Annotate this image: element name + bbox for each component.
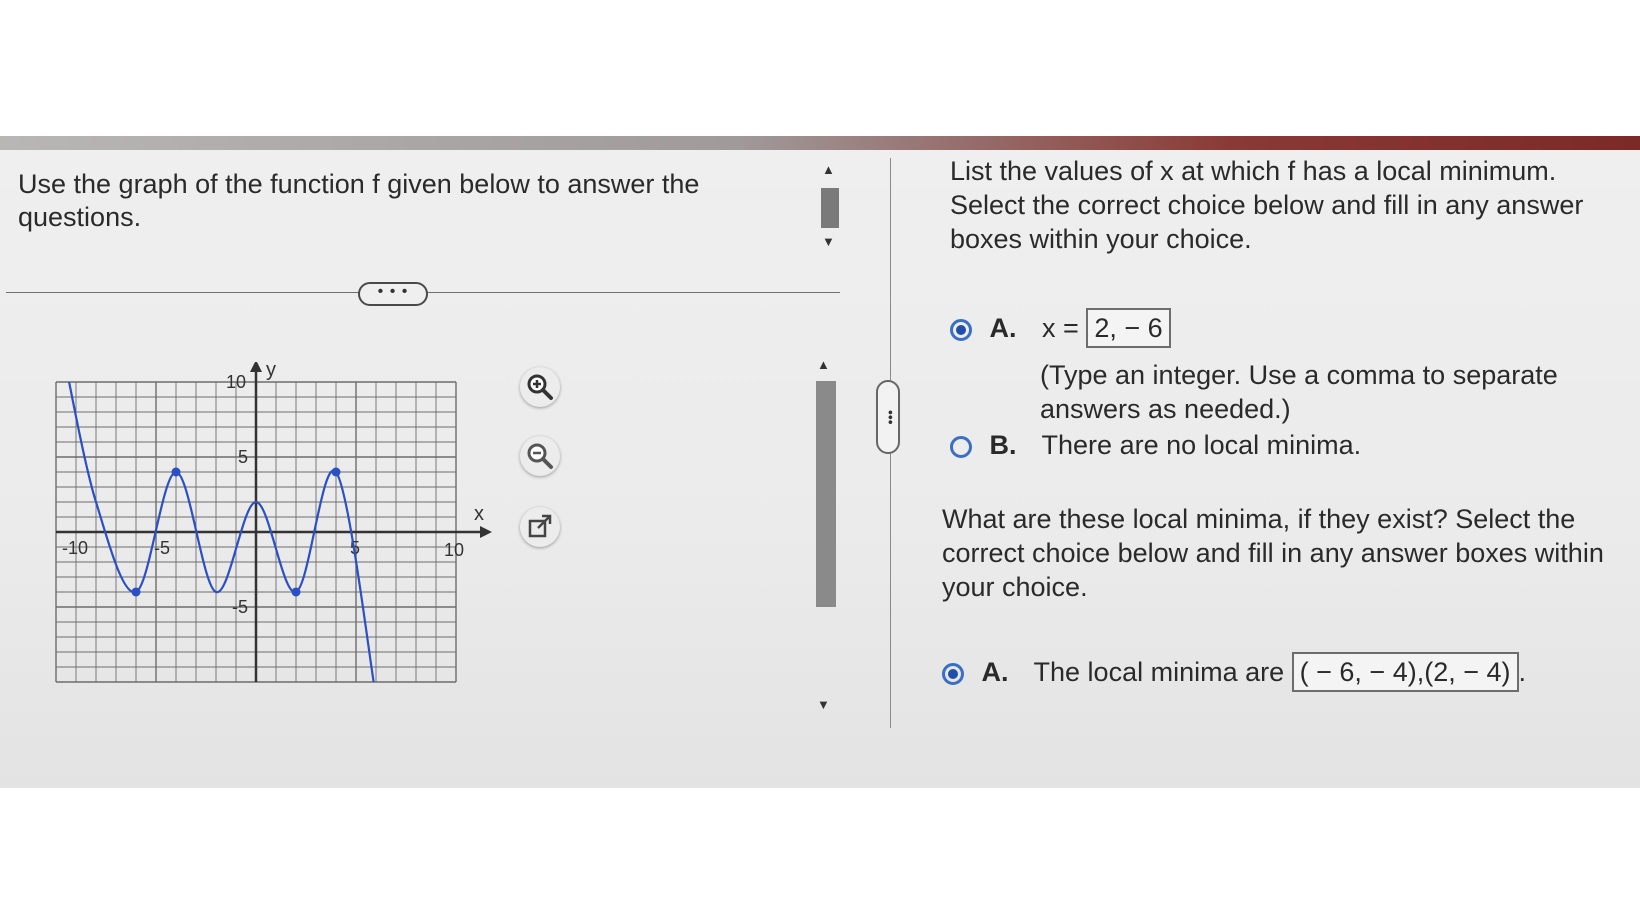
tick-label: -5 [232, 597, 248, 617]
q2-option-a-suffix: . [1518, 657, 1527, 687]
question-1-text: List the values of x at which f has a lo… [950, 156, 1584, 254]
q1-option-a-radio[interactable] [950, 318, 972, 341]
curve-point [291, 587, 301, 597]
popout-icon [528, 514, 552, 538]
function-graph: xy-10 -5 5 10105-5 [55, 362, 492, 683]
q1-option-b-radio[interactable] [950, 435, 972, 458]
question-instruction: Use the graph of the function f given be… [18, 169, 700, 232]
q1-option-b-letter: B. [989, 430, 1017, 460]
y-axis-label: y [266, 362, 276, 381]
tick-label: 10 [226, 372, 246, 392]
tick-label: -10 [62, 538, 88, 558]
panel-resize-handle[interactable]: ••• [876, 380, 900, 454]
scroll-up-arrow-icon[interactable]: ▲ [822, 162, 835, 177]
tick-label: -5 [154, 538, 170, 558]
scroll-up-arrow-icon[interactable]: ▲ [817, 357, 830, 372]
zoom-out-icon [527, 443, 553, 469]
q1-answer-box[interactable]: 2, − 6 [1086, 308, 1171, 348]
q1-option-a-letter: A. [989, 313, 1017, 343]
q1-option-b-text: There are no local minima. [1041, 430, 1362, 460]
scroll-thumb[interactable] [816, 381, 836, 607]
zoom-in-icon [527, 374, 553, 400]
tick-label: 5 [238, 447, 248, 467]
q2-option-a-radio[interactable] [942, 662, 964, 685]
scroll-down-arrow-icon[interactable]: ▼ [817, 697, 830, 712]
tick-label: 10 [444, 540, 464, 560]
question-2-text: What are these local minima, if they exi… [942, 504, 1604, 602]
q1-option-a-hint: (Type an integer. Use a comma to separat… [1040, 360, 1558, 424]
curve-point [131, 587, 141, 597]
popout-button[interactable] [520, 507, 560, 547]
scroll-thumb[interactable] [821, 188, 839, 228]
q2-option-a-prefix: The local minima are [1033, 657, 1285, 687]
zoom-in-button[interactable] [520, 367, 560, 407]
graph-scrollbar[interactable]: ▲ ▼ [813, 355, 839, 717]
expand-button[interactable]: • • • [358, 282, 428, 306]
q2-option-a-letter: A. [981, 657, 1009, 687]
q2-answer-box[interactable]: ( − 6, − 4),(2, − 4) [1291, 652, 1519, 692]
q2-option-a[interactable]: A. The local minima are ( − 6, − 4),(2, … [942, 652, 1526, 692]
scroll-down-arrow-icon[interactable]: ▼ [822, 234, 835, 249]
upper-scrollbar[interactable]: ▲ ▼ [818, 162, 842, 254]
x-axis-arrow [480, 526, 492, 538]
curve-point [331, 467, 341, 477]
x-axis-label: x [474, 503, 484, 525]
zoom-out-button[interactable] [520, 436, 560, 476]
q1-option-a-prefix: x = [1042, 313, 1079, 343]
y-axis-arrow [250, 362, 262, 372]
q1-option-b[interactable]: B. There are no local minima. [950, 430, 1361, 461]
q1-option-a[interactable]: A. x = 2, − 6 [950, 308, 1171, 348]
curve-point [171, 467, 181, 477]
